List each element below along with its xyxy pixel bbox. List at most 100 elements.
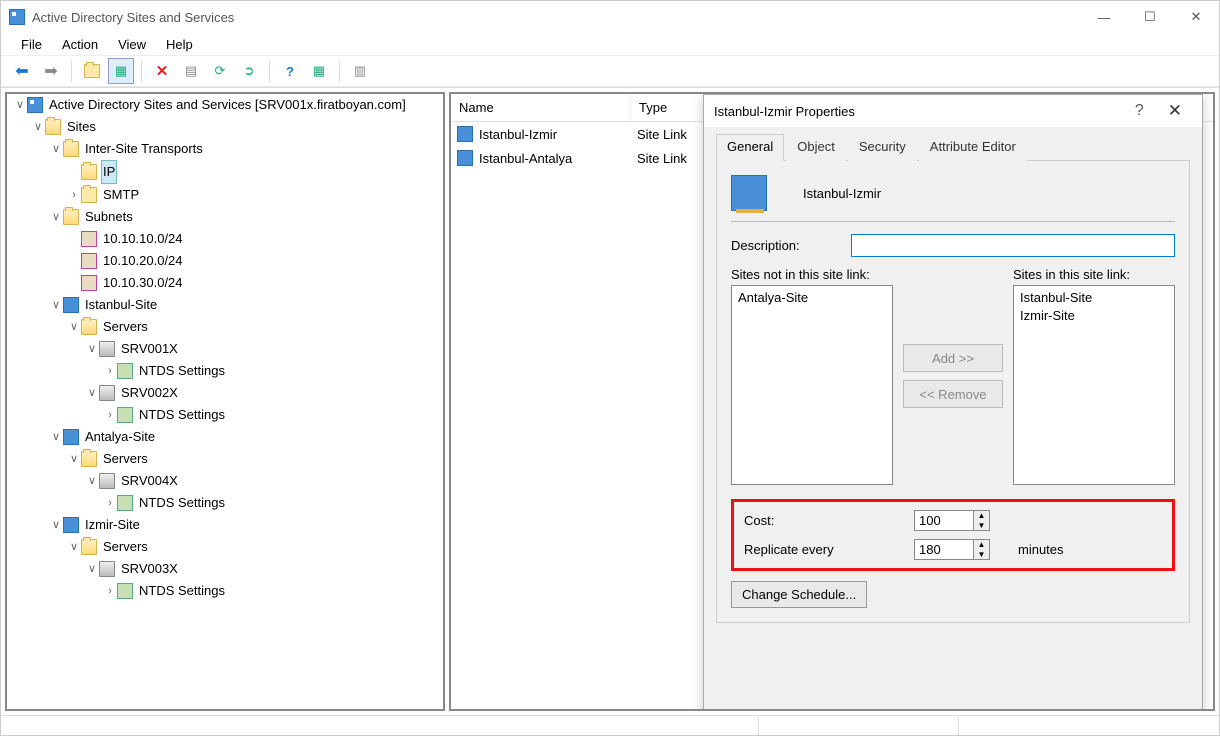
tree-pane[interactable]: ∨Active Directory Sites and Services [SR… [5,92,445,711]
cost-input[interactable] [914,510,974,531]
back-button[interactable]: ⬅ [9,58,35,84]
description-label: Description: [731,238,851,253]
action-icon: ▦ [313,63,325,79]
menu-help[interactable]: Help [158,35,201,54]
export-button[interactable]: ➲ [236,58,262,84]
not-in-label: Sites not in this site link: [731,267,893,282]
chevron-up-icon[interactable]: ▲ [974,540,989,550]
tree-srv1[interactable]: SRV001X [119,338,180,360]
subnet-icon [81,253,97,269]
replicate-input[interactable] [914,539,974,560]
listbox-item[interactable]: Izmir-Site [1020,307,1168,325]
ntds-icon [117,495,133,511]
question-icon: ? [286,64,294,79]
cost-spinner[interactable]: ▲▼ [914,510,1004,531]
menu-action[interactable]: Action [54,35,106,54]
help-button[interactable]: ? [277,58,303,84]
tree-srv2[interactable]: SRV002X [119,382,180,404]
tree-ist[interactable]: Inter-Site Transports [83,138,205,160]
listbox-item[interactable]: Antalya-Site [738,289,886,307]
help-icon[interactable]: ? [1121,102,1158,120]
delete-button[interactable]: ✕ [149,58,175,84]
toolbar: ⬅ ➡ ▦ ✕ ▤ ⟳ ➲ ? ▦ ▥ [1,55,1219,87]
app-window: Active Directory Sites and Services — ☐ … [0,0,1220,736]
description-input[interactable] [851,234,1175,257]
export-icon: ➲ [244,63,255,79]
arrow-left-icon: ⬅ [15,61,28,81]
tree-root[interactable]: Active Directory Sites and Services [SRV… [47,94,408,116]
sitelink-icon [457,150,473,166]
sitelink-large-icon [731,175,767,211]
properties-button[interactable]: ▦ [108,58,134,84]
tree-ntds[interactable]: NTDS Settings [137,492,227,514]
doc-button[interactable]: ▤ [178,58,204,84]
sitelink-icon [457,126,473,142]
show-hide-button[interactable] [79,58,105,84]
properties-dialog: Istanbul-Izmir Properties ? ✕ General Ob… [703,94,1203,711]
folder-icon [84,64,100,78]
chevron-down-icon[interactable]: ▼ [974,550,989,560]
listbox-item[interactable]: Istanbul-Site [1020,289,1168,307]
tree-ntds[interactable]: NTDS Settings [137,360,227,382]
minimize-button[interactable]: — [1081,2,1127,32]
tree-servers3[interactable]: Servers [101,536,150,558]
tree-subnets[interactable]: Subnets [83,206,135,228]
close-icon[interactable]: ✕ [1158,101,1192,121]
menu-view[interactable]: View [110,35,154,54]
tree-sn2[interactable]: 10.10.20.0/24 [101,250,185,272]
highlighted-settings: Cost: ▲▼ Replicate every ▲▼ [731,499,1175,571]
forward-button[interactable]: ➡ [38,58,64,84]
tab-security[interactable]: Security [848,134,917,161]
folder-icon [81,319,97,335]
tab-panel-general: Istanbul-Izmir Description: Sites not in… [716,161,1190,623]
tree-sn1[interactable]: 10.10.10.0/24 [101,228,185,250]
menu-file[interactable]: File [13,35,50,54]
col-name[interactable]: Name [451,94,631,121]
site-icon [63,297,79,313]
tree-site2[interactable]: Antalya-Site [83,426,157,448]
tree-site3[interactable]: Izmir-Site [83,514,142,536]
replicate-unit: minutes [1018,542,1064,557]
server-icon [99,473,115,489]
maximize-button[interactable]: ☐ [1127,2,1173,32]
tree-servers1[interactable]: Servers [101,316,150,338]
tree-ntds[interactable]: NTDS Settings [137,404,227,426]
add-button[interactable]: Add >> [903,344,1003,372]
chevron-down-icon[interactable]: ▼ [974,521,989,531]
tree-srv3[interactable]: SRV003X [119,558,180,580]
tab-attribute-editor[interactable]: Attribute Editor [919,134,1027,161]
tree-ntds[interactable]: NTDS Settings [137,580,227,602]
site-icon [63,517,79,533]
tree-site1[interactable]: Istanbul-Site [83,294,159,316]
dialog-title: Istanbul-Izmir Properties [714,104,855,119]
tab-object[interactable]: Object [786,134,846,161]
ntds-icon [117,363,133,379]
change-schedule-button[interactable]: Change Schedule... [731,581,867,608]
tab-general[interactable]: General [716,134,784,161]
tree-servers2[interactable]: Servers [101,448,150,470]
in-label: Sites in this site link: [1013,267,1175,282]
folder-icon [81,451,97,467]
object-name: Istanbul-Izmir [803,186,881,201]
remove-button[interactable]: << Remove [903,380,1003,408]
in-listbox[interactable]: Istanbul-Site Izmir-Site [1013,285,1175,485]
tree-sites[interactable]: Sites [65,116,98,138]
menubar: File Action View Help [1,33,1219,55]
refresh-button[interactable]: ⟳ [207,58,233,84]
chevron-up-icon[interactable]: ▲ [974,511,989,521]
refresh-icon: ⟳ [215,63,226,79]
content-splitter: ∨Active Directory Sites and Services [SR… [1,87,1219,715]
tree-smtp[interactable]: SMTP [101,184,141,206]
tree-srv4[interactable]: SRV004X [119,470,180,492]
tree-ip[interactable]: IP [101,160,117,184]
folder-icon [63,209,79,225]
tab-strip: General Object Security Attribute Editor [716,133,1190,161]
replicate-spinner[interactable]: ▲▼ [914,539,1004,560]
ntds-icon [117,583,133,599]
action-button[interactable]: ▦ [306,58,332,84]
folder-icon [81,164,97,180]
close-button[interactable]: ✕ [1173,2,1219,32]
tree-sn3[interactable]: 10.10.30.0/24 [101,272,185,294]
extra-button[interactable]: ▥ [347,58,373,84]
not-in-listbox[interactable]: Antalya-Site [731,285,893,485]
